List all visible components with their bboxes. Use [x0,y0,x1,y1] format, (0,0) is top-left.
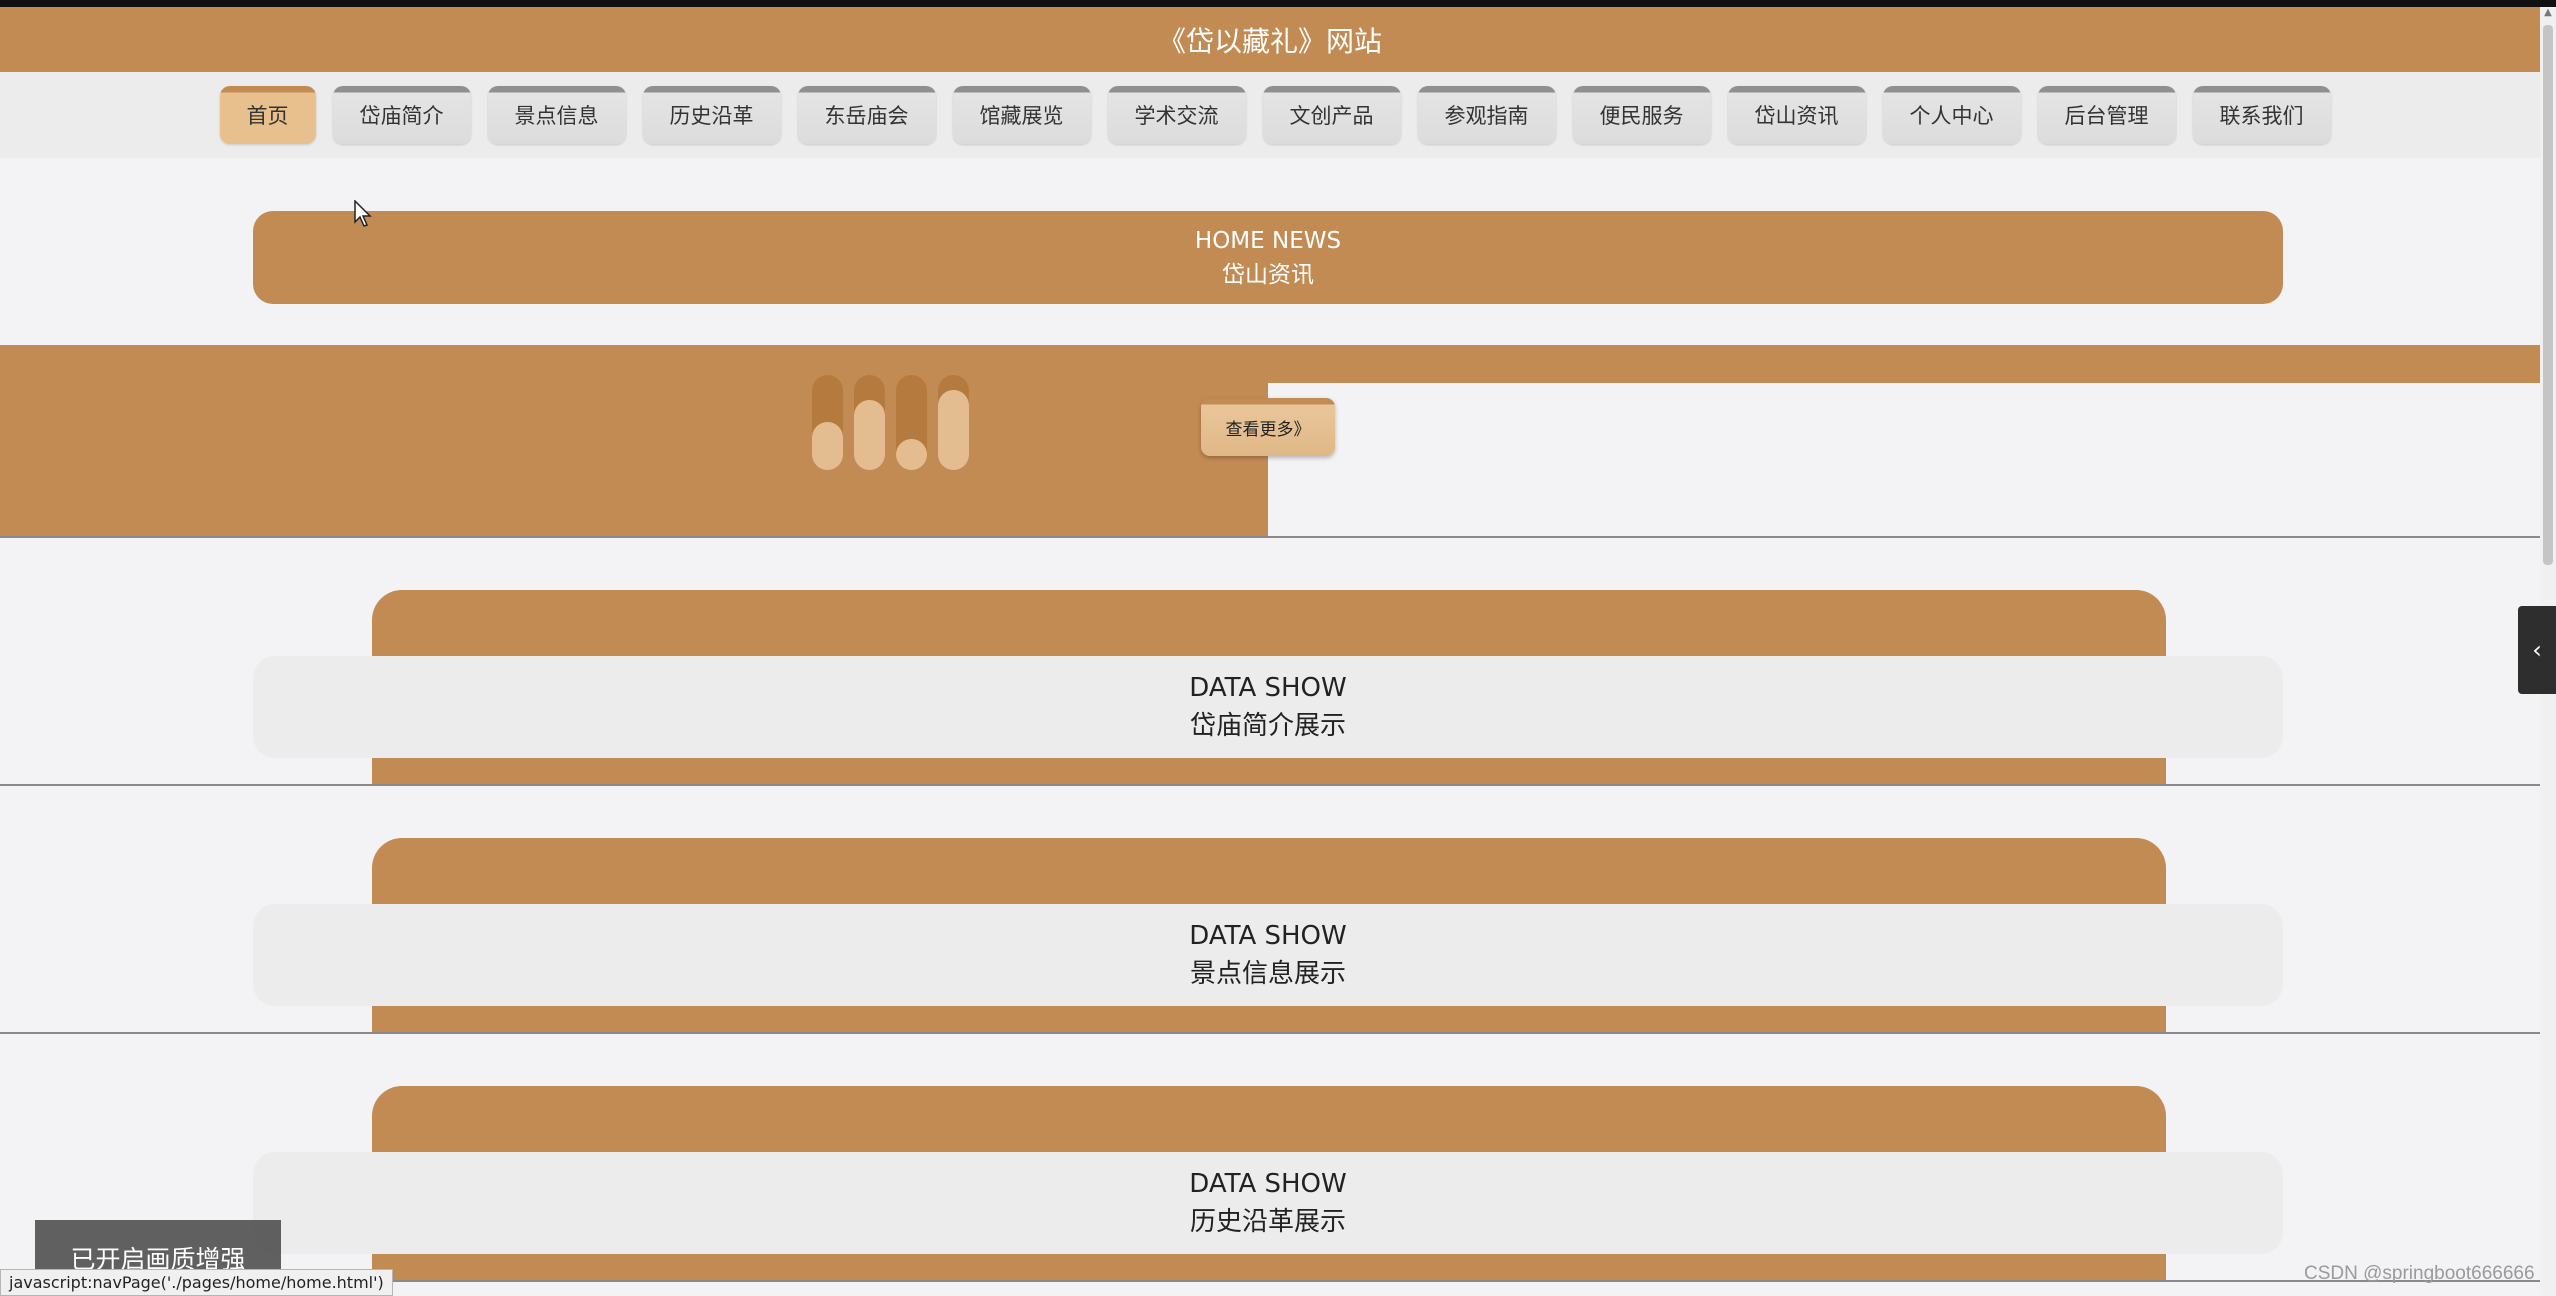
nav-item-label: 参观指南 [1444,104,1529,128]
section-title-en: DATA SHOW [1189,673,1347,703]
nav-item-history[interactable]: 历史沿革 [642,86,781,144]
news-band-right [1268,345,2540,383]
nav-item-home[interactable]: 首页 [219,86,316,144]
loading-bars-icon [812,375,969,470]
section-heading-panel: DATA SHOW 岱庙简介展示 [253,656,2283,758]
loader-bar [938,375,969,470]
loader-bar [812,375,843,470]
nav-item-academic[interactable]: 学术交流 [1107,86,1246,144]
nav-item-news[interactable]: 岱山资讯 [1727,86,1866,144]
news-title-en: HOME NEWS [1194,227,1342,254]
nav-item-label: 便民服务 [1599,104,1684,128]
nav-item-exhibitions[interactable]: 馆藏展览 [952,86,1091,144]
news-band-left [0,345,1268,536]
watermark-text: CSDN @springboot666666 [2304,1263,2535,1284]
nav-item-services[interactable]: 便民服务 [1572,86,1711,144]
nav-item-attractions[interactable]: 景点信息 [487,86,626,144]
view-more-button[interactable]: 查看更多》 [1201,398,1335,456]
section-title-cn: 岱庙简介展示 [1189,711,1346,741]
nav-item-label: 联系我们 [2219,104,2304,128]
nav-item-visit-guide[interactable]: 参观指南 [1417,86,1556,144]
side-panel-toggle[interactable]: ‹ [2518,606,2556,694]
news-title-cn: 岱山资讯 [1222,261,1314,288]
nav-item-label: 后台管理 [2064,104,2149,128]
section-heading-panel: DATA SHOW 景点信息展示 [253,904,2283,1006]
browser-top-edge [0,0,2556,7]
nav-item-label: 岱庙简介 [359,104,444,128]
data-show-section-temple-intro: DATA SHOW 岱庙简介展示 [0,538,2540,786]
nav-item-label: 首页 [246,104,289,128]
nav-item-label: 文创产品 [1289,104,1374,128]
nav-item-contact[interactable]: 联系我们 [2192,86,2331,144]
nav-item-label: 馆藏展览 [979,104,1064,128]
section-title-cn: 景点信息展示 [1189,959,1346,989]
data-show-section-history: DATA SHOW 历史沿革展示 [0,1034,2540,1282]
news-content-area [1268,383,2540,536]
news-heading-banner: HOME NEWS 岱山资讯 [253,211,2283,304]
status-bar-url: javascript:navPage('./pages/home/home.ht… [0,1269,393,1296]
nav-item-label: 景点信息 [514,104,599,128]
nav-item-temple-intro[interactable]: 岱庙简介 [332,86,471,144]
nav-item-admin[interactable]: 后台管理 [2037,86,2176,144]
nav-item-temple-fair[interactable]: 东岳庙会 [797,86,936,144]
view-more-label: 查看更多》 [1225,419,1311,440]
data-show-section-attractions: DATA SHOW 景点信息展示 [0,786,2540,1034]
section-heading-panel: DATA SHOW 历史沿革展示 [253,1152,2283,1254]
section-title-en: DATA SHOW [1189,1169,1347,1199]
loader-bar [896,375,927,470]
scroll-up-arrow-icon[interactable]: ▲ [2542,7,2554,21]
site-header: 《岱以藏礼》网站 [0,7,2540,72]
loader-bar [854,375,885,470]
nav-item-profile[interactable]: 个人中心 [1882,86,2021,144]
scrollbar-thumb[interactable] [2543,25,2553,565]
watermark: CSDN @springboot666666 [2304,1263,2535,1285]
section-title-cn: 历史沿革展示 [1189,1207,1346,1237]
chevron-left-icon: ‹ [2532,636,2542,664]
nav-item-label: 历史沿革 [669,104,754,128]
nav-item-label: 东岳庙会 [824,104,909,128]
site-title: 《岱以藏礼》网站 [1157,24,1382,58]
status-url-text: javascript:navPage('./pages/home/home.ht… [9,1273,384,1292]
main-nav: 首页 岱庙简介 景点信息 历史沿革 东岳庙会 馆藏展览 学术交流 文创产品 参观… [0,72,2540,158]
section-title-en: DATA SHOW [1189,921,1347,951]
mouse-pointer-icon [354,200,372,227]
nav-item-products[interactable]: 文创产品 [1262,86,1401,144]
nav-item-label: 学术交流 [1134,104,1219,128]
nav-item-label: 个人中心 [1909,104,1994,128]
nav-item-label: 岱山资讯 [1754,104,1839,128]
